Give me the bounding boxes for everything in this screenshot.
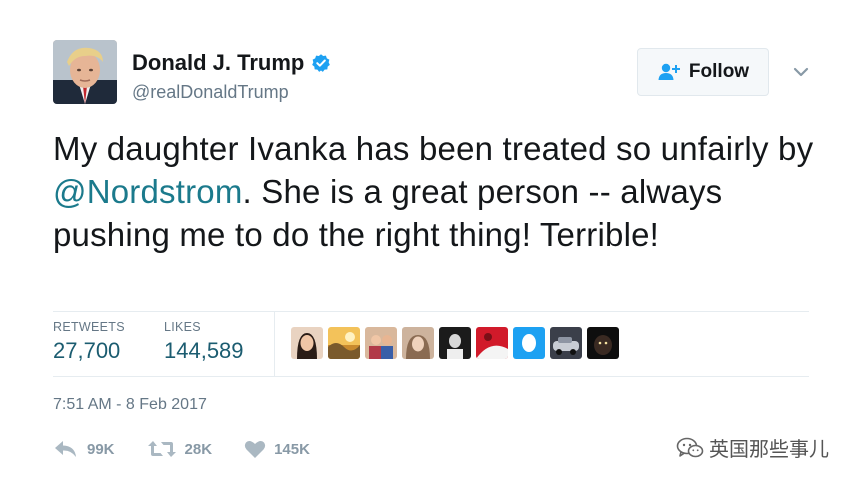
tweet-text-part-1: My daughter Ivanka has been treated so u…	[53, 130, 814, 167]
liker-avatars	[291, 327, 619, 359]
watermark-text: 英国那些事儿	[709, 437, 829, 461]
retweet-button[interactable]: 28K	[147, 439, 213, 459]
tweet-actions: 99K 28K 145K	[53, 436, 342, 462]
watermark: 英国那些事儿	[676, 433, 829, 462]
chevron-down-icon[interactable]	[791, 62, 811, 82]
tweet-timestamp[interactable]: 7:51 AM - 8 Feb 2017	[53, 396, 207, 414]
likes-label: LIKES	[164, 320, 201, 334]
liker-avatar[interactable]	[476, 327, 508, 359]
like-count: 145K	[274, 440, 310, 458]
like-button[interactable]: 145K	[244, 439, 310, 459]
likes-value: 144,589	[164, 338, 244, 363]
liker-avatar[interactable]	[587, 327, 619, 359]
avatar-portrait-image	[53, 40, 117, 104]
reply-icon	[55, 441, 76, 457]
verified-badge-icon	[312, 54, 331, 72]
mention-link[interactable]: @Nordstrom	[53, 173, 243, 210]
follow-button[interactable]: Follow	[637, 48, 769, 96]
retweets-value: 27,700	[53, 338, 121, 363]
retweets-stat[interactable]: RETWEETS 27,700	[53, 320, 125, 364]
author-name[interactable]: Donald J. Trump	[132, 50, 304, 76]
retweet-count: 28K	[184, 440, 213, 458]
add-user-icon	[658, 63, 680, 80]
likes-stat[interactable]: LIKES 144,589	[164, 320, 244, 364]
follow-button-label: Follow	[688, 61, 750, 82]
reply-count: 99K	[87, 440, 115, 458]
liker-avatar[interactable]	[439, 327, 471, 359]
liker-avatar[interactable]	[291, 327, 323, 359]
wechat-logo-icon	[676, 437, 704, 457]
liker-avatar[interactable]	[402, 327, 434, 359]
retweets-label: RETWEETS	[53, 320, 125, 334]
reply-button[interactable]: 99K	[53, 439, 115, 459]
engagement-stats: RETWEETS 27,700 LIKES 144,589	[53, 311, 809, 377]
liker-avatar[interactable]	[328, 327, 360, 359]
liker-avatar[interactable]	[365, 327, 397, 359]
liker-avatar[interactable]	[513, 327, 545, 359]
tweet-text: My daughter Ivanka has been treated so u…	[53, 127, 823, 256]
author-avatar[interactable]	[53, 40, 117, 104]
tweet-card: Donald J. Trump @realDonaldTrump Follow …	[0, 0, 860, 483]
author-handle[interactable]: @realDonaldTrump	[132, 82, 331, 103]
heart-icon	[244, 441, 266, 458]
stats-divider	[274, 312, 275, 376]
retweet-icon	[147, 441, 176, 457]
liker-avatar[interactable]	[550, 327, 582, 359]
author-block: Donald J. Trump @realDonaldTrump	[132, 50, 331, 103]
name-row: Donald J. Trump	[132, 50, 331, 76]
